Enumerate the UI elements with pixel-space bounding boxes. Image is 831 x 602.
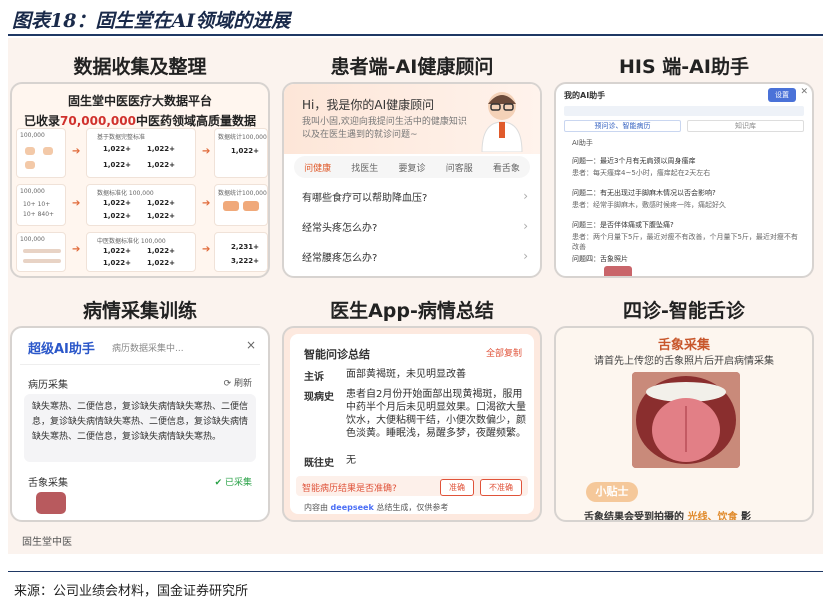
platform-title: 固生堂中医医疗大数据平台: [67, 94, 212, 108]
refresh-icon: ⟳: [223, 379, 234, 389]
record-text: 缺失寒热、二便信息，复诊缺失病情缺失寒热、二便信息，复诊缺失病情缺失寒热、二便信…: [24, 394, 256, 462]
accuracy-question: 智能病历结果是否准确?: [302, 484, 397, 494]
field-value: 无: [346, 455, 356, 466]
his-question: 问题三：是否伴体痛或下腹坠痛?: [572, 221, 674, 229]
section-record: 病历采集: [28, 380, 68, 391]
accurate-button[interactable]: 准确: [440, 479, 474, 496]
field-label: 既往史: [304, 458, 334, 469]
assistant-status: 病历数据采集中...: [112, 344, 184, 354]
panel-patient-advisor: Hi，我是你的AI健康顾问 我叫小固,欢迎向我提问生活中的健康知识以及在医生遇到…: [282, 82, 542, 278]
panel-data-platform: 固生堂中医医疗大数据平台 已收录70,000,000中医药领域高质量数据 100…: [10, 82, 270, 278]
tongue-title: 舌象采集: [657, 338, 710, 353]
divider: [20, 364, 260, 365]
caption-data-collection: 数据收集及整理: [73, 56, 207, 78]
his-answer: 患者：两个月量下5斤，最近对瘦不有改善，个月量下5斤，最近对瘦不有改善: [572, 233, 798, 251]
panel-tongue-diagnosis: 舌象采集 请首先上传您的舌象照片后开启病情采集 小贴士 舌象结果会受到拍摄的 光…: [554, 326, 814, 522]
source-note: 来源：公司业绩会材料，国金证券研究所: [14, 584, 249, 599]
his-question: 问题四：舌象照片: [572, 255, 628, 263]
source-rule: [8, 571, 823, 572]
close-icon[interactable]: ✕: [800, 87, 808, 97]
question-item[interactable]: 有哪些食疗可以帮助降血压? ›: [302, 186, 528, 206]
advisor-intro: 我叫小固,欢迎向我提问生活中的健康知识以及在医生遇到的就诊问题~: [302, 117, 467, 140]
tab-customer-service[interactable]: 问客服: [436, 161, 483, 174]
section-tongue: 舌象采集: [28, 478, 68, 489]
platform-row: 100,000 10+ 10+ 10+ 840+ ➔ 数据标准化 100,000…: [16, 184, 268, 236]
tab-follow-up[interactable]: 要复诊: [388, 161, 435, 174]
arrow-icon: ➔: [72, 244, 81, 255]
caption-doctor-app: 医生App-病情总结: [330, 300, 494, 322]
platform-row: 100,000 ➔ 基于数据完整标准 1,022+ 1,022+ 1,022+ …: [16, 128, 268, 180]
caption-condition-training: 病情采集训练: [82, 300, 197, 322]
tongue-photo-thumb: [36, 492, 66, 514]
his-answer: 患者：每天瘙痒4~5小时，瘙痒起在2天左右: [572, 169, 711, 177]
company-stamp: 固生堂中医: [22, 537, 72, 548]
field-label: 现病史: [304, 392, 334, 403]
arrow-icon: ➔: [202, 198, 211, 209]
field-label: 主诉: [304, 372, 324, 383]
caption-tongue-diagnosis: 四诊-智能舌诊: [623, 300, 745, 322]
his-title: 我的AI助手: [564, 91, 606, 100]
chevron-right-icon: ›: [523, 189, 528, 203]
arrow-icon: ➔: [72, 198, 81, 209]
panel-doctor-app: 智能问诊总结 全部复制 主诉 面部黄褐斑，未见明显改善 现病史 患者自2月份开始…: [282, 326, 542, 522]
question-item[interactable]: 经常头疼怎么办? ›: [302, 216, 528, 236]
his-question: 问题一：最近3个月有无肩颈以周身瘙痒: [572, 157, 696, 165]
panel-his-assistant: 我的AI助手 设置 ✕ 预问诊、智能病历 知识库 AI助手 问题一：最近3个月有…: [554, 82, 814, 278]
advisor-tabs: 问健康 找医生 要复诊 问客服 看舌象: [294, 156, 530, 178]
tab-ask-health[interactable]: 问健康: [294, 161, 341, 174]
tab-knowledge[interactable]: 知识库: [687, 120, 804, 132]
tab-tongue[interactable]: 看舌象: [483, 161, 530, 174]
tongue-warning: 舌象结果会受到拍摄的 光线、饮食 影: [584, 512, 751, 522]
title-rule: [8, 34, 823, 36]
tongue-photo-thumb: [604, 266, 632, 276]
summary-title: 智能问诊总结: [304, 348, 370, 361]
caption-patient-advisor: 患者端-AI健康顾问: [330, 56, 494, 78]
data-count: 70,000,000: [60, 114, 136, 128]
deepseek-logo: deepseek: [330, 503, 374, 512]
generated-note: 内容由 deepseek 总结生成，仅供参考: [304, 503, 449, 512]
his-tabs: 预问诊、智能病历 知识库: [564, 120, 804, 132]
collected-badge: ✔ 已采集: [214, 478, 252, 488]
chevron-right-icon: ›: [523, 249, 528, 263]
field-value: 面部黄褐斑，未见明显改善: [346, 369, 466, 380]
platform-row: 100,000 ➔ 中医数据标准化 100,000 1,022+ 1,022+ …: [16, 232, 268, 276]
arrow-icon: ➔: [202, 244, 211, 255]
doctor-avatar-icon: [481, 92, 523, 152]
check-icon: ✔: [214, 478, 225, 488]
figure-title: 图表18：固生堂在AI领域的进展: [12, 10, 291, 32]
inaccurate-button[interactable]: 不准确: [480, 479, 522, 496]
refresh-button[interactable]: ⟳ 刷新: [224, 376, 252, 389]
his-section-label: AI助手: [572, 139, 593, 147]
tongue-photo: [632, 372, 740, 468]
tongue-instruction: 请首先上传您的舌象照片后开启病情采集: [594, 356, 774, 367]
his-hint-bar: [564, 106, 804, 116]
field-value: 患者自2月份开始面部出现黄褐斑，服用中药半个月后未见明显效果。口渴欲大量饮水，大…: [346, 389, 526, 439]
arrow-icon: ➔: [72, 146, 81, 157]
arrow-icon: ➔: [202, 146, 211, 157]
tab-find-doctor[interactable]: 找医生: [341, 161, 388, 174]
copy-all-button[interactable]: 全部复制: [486, 346, 522, 359]
caption-his-assistant: HIS 端-AI助手: [619, 56, 749, 78]
assistant-title: 超级AI助手: [28, 342, 95, 357]
tips-badge: 小贴士: [586, 482, 638, 502]
question-item[interactable]: 经常腰疼怎么办? ›: [302, 246, 528, 266]
chevron-right-icon: ›: [523, 219, 528, 233]
platform-subtitle: 已收录70,000,000中医药领域高质量数据: [24, 114, 256, 128]
panel-condition-training: 超级AI助手 病历数据采集中... × 病历采集 ⟳ 刷新 缺失寒热、二便信息，…: [10, 326, 270, 522]
close-icon[interactable]: ×: [246, 338, 256, 352]
his-question: 问题二：有无出现过手脚麻木情况以否会影响?: [572, 189, 716, 197]
his-answer: 患者：经常手脚麻木，敷感时候疼一阵，痛起好久: [572, 201, 726, 209]
advisor-greeting: Hi，我是你的AI健康顾问: [302, 98, 435, 112]
settings-button[interactable]: 设置: [768, 88, 796, 102]
figure-page: 图表18：固生堂在AI领域的进展 数据收集及整理 患者端-AI健康顾问 HIS …: [0, 0, 831, 602]
tab-pre-consult[interactable]: 预问诊、智能病历: [564, 120, 681, 132]
